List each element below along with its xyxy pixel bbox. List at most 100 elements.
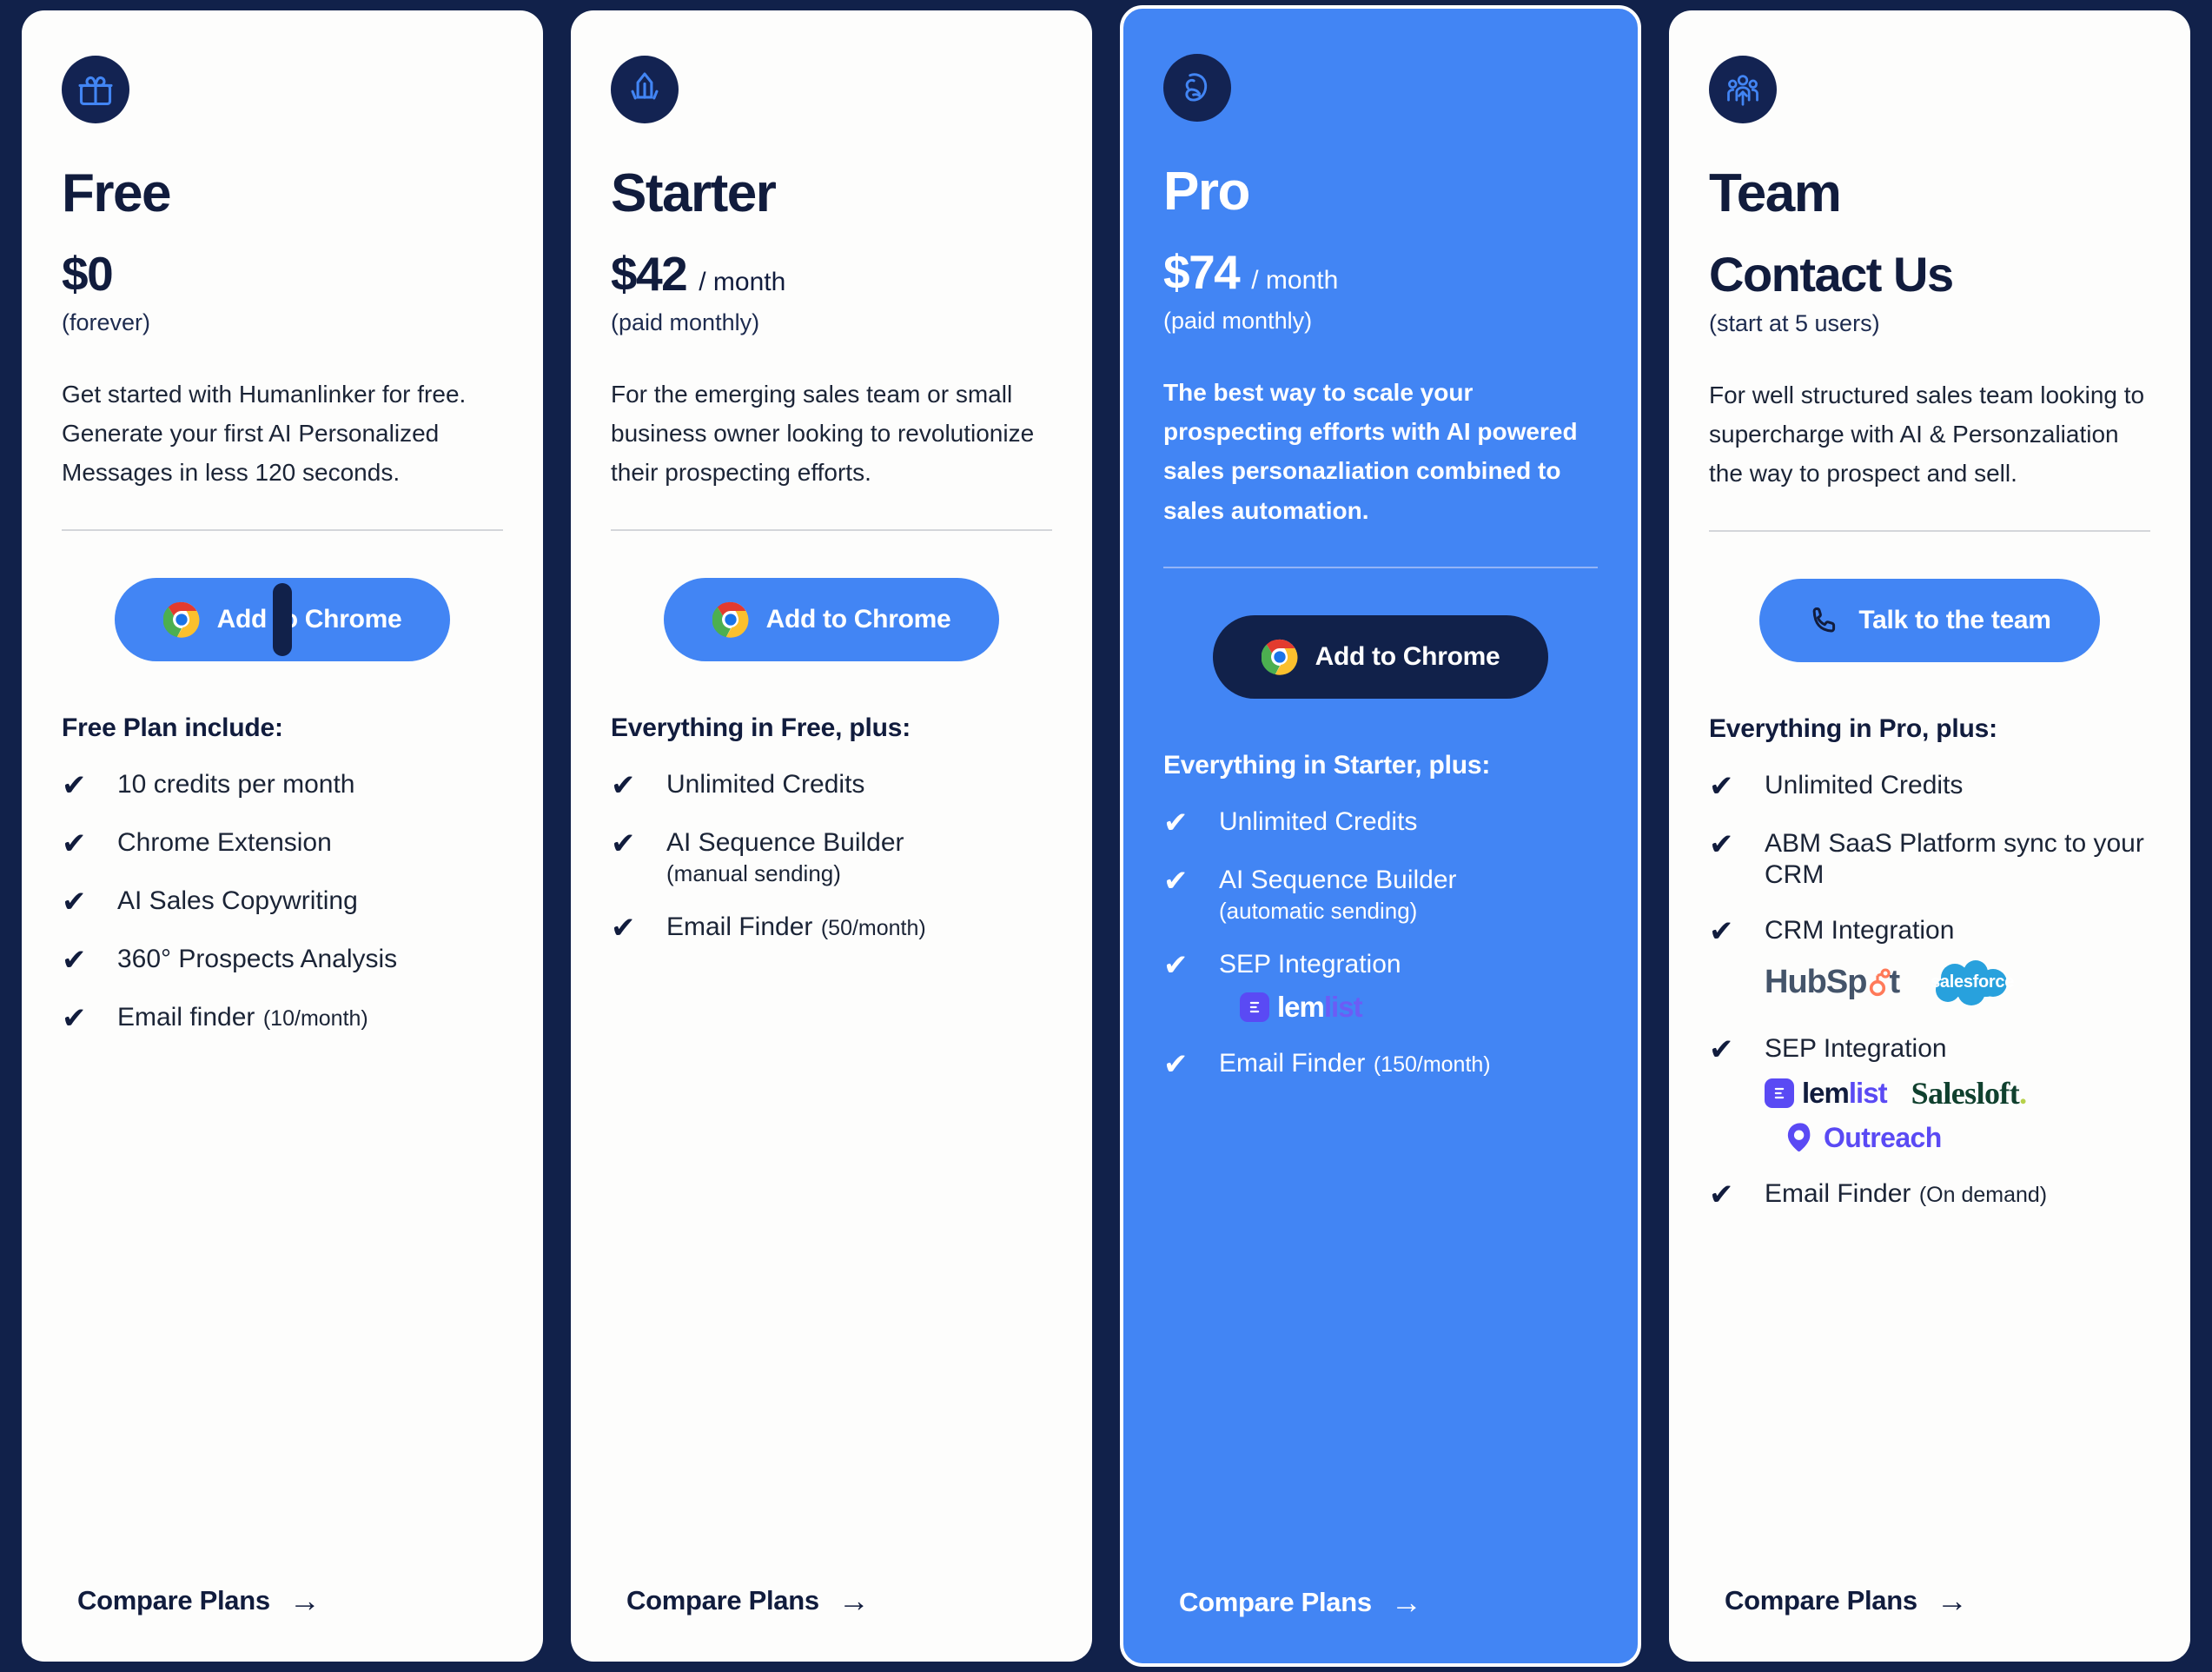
chrome-icon [162,601,200,638]
plan-title: Team [1709,163,1842,223]
list-item: ✔ 360° Prospects Analysis [62,944,503,978]
list-item: ✔ AI Sequence Builder (manual sending) [611,827,1052,887]
price-amount: Contact Us [1709,247,1954,302]
pricing-card-free: Free $0 (forever) Get started with Human… [22,10,543,1662]
rocket-icon [611,56,679,123]
hubspot-text-b: t [1889,964,1900,1001]
feature-text: Email Finder [1219,1049,1366,1078]
talk-to-team-button[interactable]: Talk to the team [1759,578,2100,662]
integration-logos: lemlist [1219,991,1598,1024]
outreach-logo: Outreach [1785,1122,1942,1154]
price-note: (start at 5 users) [1709,310,1880,336]
cta-container: Talk to the team [1709,578,2150,662]
sep-logos-row-2: Outreach [1765,1122,2150,1154]
price-amount: $74 [1163,245,1241,299]
add-to-chrome-button[interactable]: Add to Chrome [114,577,451,661]
compare-plans-link[interactable]: Compare Plans → [1709,1585,1968,1616]
check-icon: ✔ [62,768,87,802]
feature-suffix: (10/month) [262,1006,368,1032]
compare-plans-label: Compare Plans [1725,1585,1917,1616]
list-item: ✔ Email Finder (On demand) [1709,1178,2150,1212]
card-footer: Compare Plans → [611,1585,1052,1662]
hubspot-logo: HubSp t [1765,964,1900,1001]
outreach-text: Outreach [1824,1121,1942,1153]
check-icon: ✔ [1163,1048,1189,1082]
price-note: (paid monthly) [1163,308,1313,334]
sep-logos-row-1: lemlist Salesloft. [1765,1075,2150,1111]
lemlist-logo: lemlist [1240,991,1363,1024]
list-item: ✔ ABM SaaS Platform sync to your CRM [1709,828,2150,891]
check-icon: ✔ [1163,865,1189,899]
list-item: ✔ AI Sales Copywriting [62,886,503,919]
price-note: (forever) [62,309,151,335]
phone-icon [1812,607,1836,633]
hubspot-text-a: HubSp [1765,964,1867,1001]
salesloft-dot: . [2019,1075,2027,1111]
cta-label: Add to Chrome [1315,642,1500,672]
feature-text: Email Finder [1765,1178,1911,1208]
divider [1709,529,2150,532]
check-icon: ✔ [62,944,87,978]
features-section: Free Plan include: ✔ 10 credits per mont… [62,713,503,1585]
list-item: ✔ Email Finder (50/month) [611,912,1052,945]
pricing-card-team: Team Contact Us (start at 5 users) For w… [1669,10,2190,1662]
team-icon [1709,56,1777,123]
feature-suffix: (50/month) [820,915,926,940]
list-item: ✔ CRM Integration HubSp t salesforce [1709,915,2150,1009]
feature-text: CRM Integration [1765,915,1955,945]
compare-plans-link[interactable]: Compare Plans → [62,1585,321,1616]
list-item: ✔ SEP Integration [1709,1033,2150,1154]
add-to-chrome-button[interactable]: Add to Chrome [663,577,1000,661]
price-period: / month [699,268,786,296]
compare-plans-label: Compare Plans [77,1585,270,1616]
compare-plans-link[interactable]: Compare Plans → [1163,1587,1422,1618]
price-period: / month [1251,266,1339,295]
features-section: Everything in Free, plus: ✔ Unlimited Cr… [611,713,1052,1585]
salesloft-logo: Salesloft. [1911,1075,2028,1111]
price-row: $42 / month [611,250,1052,298]
price-row: $74 / month [1163,249,1598,296]
cta-label: Talk to the team [1858,605,2051,634]
list-item: ✔ Unlimited Credits [611,769,1052,803]
plan-title: Starter [611,163,777,223]
arrow-right-icon: → [288,1582,321,1618]
feature-text: Email finder [117,1003,255,1032]
feature-suffix: (On demand) [1918,1182,2048,1207]
pricing-plans-grid: Free $0 (forever) Get started with Human… [0,0,2212,1672]
plan-description: The best way to scale your prospecting e… [1163,378,1578,524]
features-section: Everything in Starter, plus: ✔ Unlimited… [1163,751,1598,1587]
card-footer: Compare Plans → [1163,1587,1598,1663]
feature-text: Email Finder [666,912,813,941]
crm-logos: HubSp t salesforce [1765,957,2150,1009]
arrow-right-icon: → [838,1582,870,1618]
feature-text: Unlimited Credits [1765,770,1964,800]
feature-text: ABM SaaS Platform sync to your CRM [1765,828,2144,889]
feature-suffix: (150/month) [1373,1052,1491,1078]
list-item: ✔ Email finder (10/month) [62,1002,503,1036]
card-footer: Compare Plans → [1709,1585,2150,1662]
feature-list: ✔ Unlimited Credits ✔ AI Sequence Builde… [1163,806,1598,1082]
compare-plans-label: Compare Plans [1179,1587,1372,1617]
gift-icon [62,56,129,123]
features-section: Everything in Pro, plus: ✔ Unlimited Cre… [1709,714,2150,1585]
feature-text: 360° Prospects Analysis [117,945,398,974]
lemlist-mark-icon [1240,992,1269,1023]
compare-plans-link[interactable]: Compare Plans → [611,1585,870,1616]
lemlist-text-a: lem [1277,991,1325,1024]
salesforce-logo: salesforce [1924,957,2021,1009]
price-row: Contact Us [1709,250,2150,299]
check-icon: ✔ [62,826,87,860]
check-icon: ✔ [1709,827,1734,861]
plan-title: Pro [1163,162,1250,222]
list-item: ✔ Chrome Extension [62,827,503,861]
price-amount: $0 [62,247,114,301]
check-icon: ✔ [1709,914,1734,948]
salesloft-text: Salesloft [1911,1075,2020,1111]
feature-text: SEP Integration [1765,1033,1947,1063]
check-icon: ✔ [1709,1178,1734,1211]
feature-text: Unlimited Credits [666,769,865,799]
add-to-chrome-button[interactable]: Add to Chrome [1212,615,1549,700]
cta-container: Add to Chrome [611,577,1052,661]
hubspot-mark-icon [1870,968,1891,997]
card-footer: Compare Plans → [62,1585,503,1662]
